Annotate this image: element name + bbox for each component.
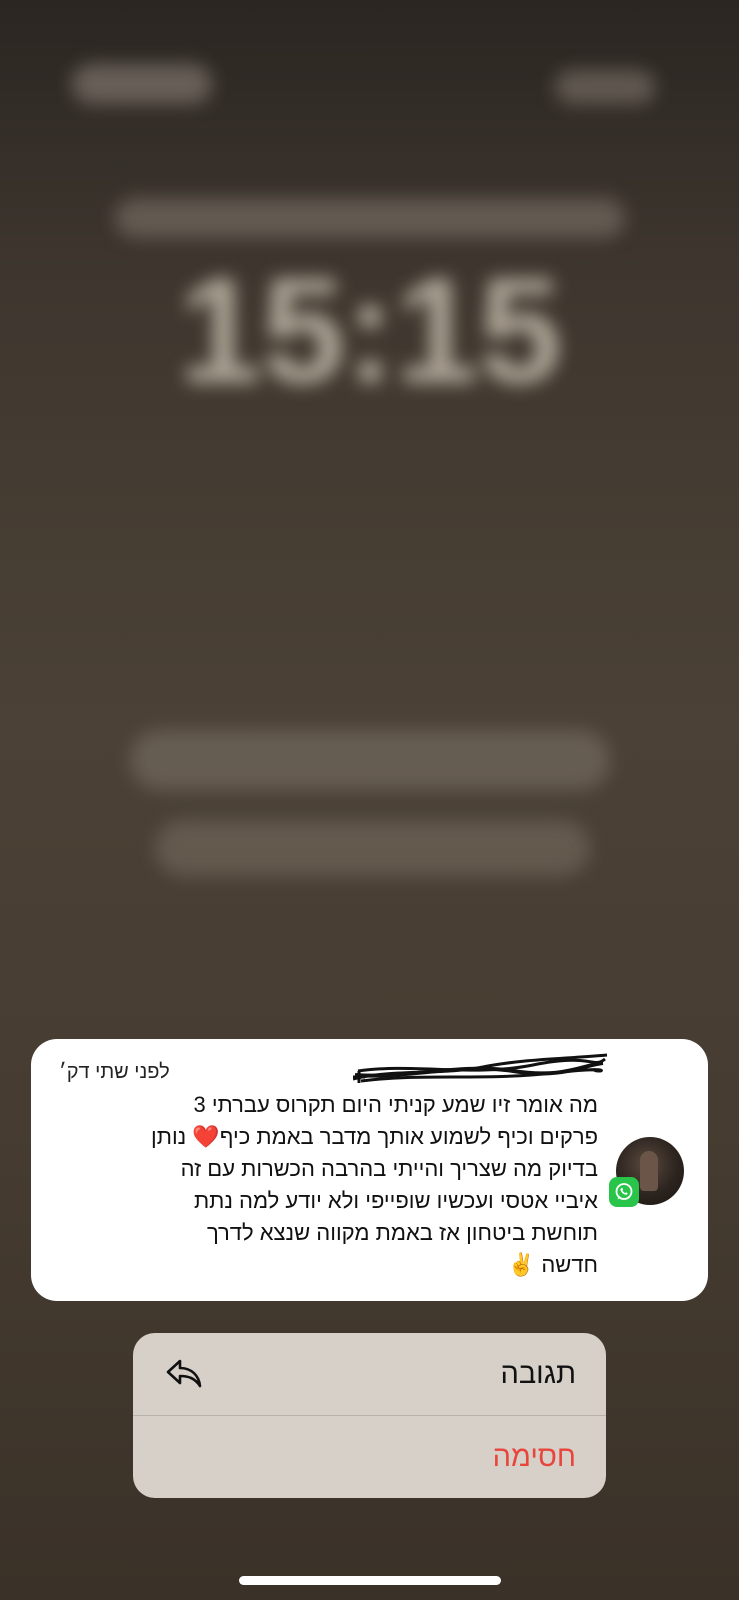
blurred-status-left [72,64,212,104]
avatar-photo [640,1151,658,1191]
message-line: חדשה ✌️ [507,1252,598,1277]
reply-label: תגובה [500,1357,576,1390]
reply-arrow-icon [166,1359,202,1388]
block-button[interactable]: חסימה [133,1415,606,1498]
home-indicator[interactable] [239,1576,501,1585]
blurred-status-right [555,70,655,104]
sender-name-redacted [353,1053,608,1085]
blurred-clock: 15:15 [178,246,562,414]
message-line: פרקים וכיף לשמוע אותך מדבר באמת כיף❤️ נו… [151,1124,598,1149]
blurred-text-line [130,730,610,790]
blurred-date [115,198,625,238]
reply-button[interactable]: תגובה [133,1333,606,1415]
message-line: תוחשת ביטחון אז באמת מקווה שנצא לדרך [206,1220,598,1245]
notification-actions-menu: תגובה חסימה [133,1333,606,1498]
notification-card[interactable]: לפני שתי דק׳ מה אומר זיו שמע קניתי היום … [31,1039,708,1301]
message-line: מה אומר זיו שמע קניתי היום תקרוס עברתי 3 [193,1092,598,1117]
notification-time: לפני שתי דק׳ [59,1061,170,1083]
block-label: חסימה [492,1440,576,1473]
blurred-text-line [155,820,590,876]
whatsapp-icon [609,1177,639,1207]
notification-message: מה אומר זיו שמע קניתי היום תקרוס עברתי 3… [78,1089,598,1281]
message-line: בדיוק מה שצריך והייתי בהרבה הכשרות עם זה [180,1156,598,1181]
message-line: איביי אטסי ועכשיו שופייפי ולא יודע למה נ… [193,1188,598,1213]
